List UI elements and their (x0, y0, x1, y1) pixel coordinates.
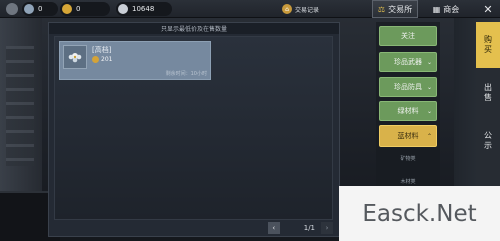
category-label: 关注 (401, 32, 415, 40)
page-indicator: 1/1 (303, 224, 315, 232)
top-bar: 0 0 10648 ⌂ 交易记录 ⚖ 交易所 ▦ 商会 ✕ (0, 0, 500, 18)
listing-item[interactable]: [高档] 201 剩余时间：10小时 (59, 41, 211, 80)
close-icon: ✕ (483, 2, 493, 16)
back-icon[interactable] (6, 3, 18, 15)
tab-shop-label: 商会 (443, 4, 460, 14)
category-label: 绿材料 (397, 107, 419, 115)
currency-value: 10648 (132, 5, 155, 13)
listing-grid: [高档] 201 剩余时间：10小时 (54, 36, 333, 220)
exchange-icon: ⚖ (377, 4, 386, 14)
next-page-button[interactable]: › (321, 222, 333, 234)
diamond-icon (24, 4, 34, 14)
silver-coin-icon (118, 4, 128, 14)
category-label: 珍品武器 (394, 58, 422, 66)
tab-shop[interactable]: ▦ 商会 (428, 0, 464, 18)
currency-gold: 0 (60, 2, 110, 16)
tab-exchange[interactable]: ⚖ 交易所 (372, 0, 418, 18)
item-icon (63, 45, 87, 69)
chevron-down-icon: ⌄ (426, 107, 432, 115)
currency-value: 0 (38, 5, 43, 13)
category-label: 珍品防具 (394, 83, 422, 91)
flower-icon (68, 53, 82, 63)
subcategory-ore[interactable]: 矿物类 (379, 152, 437, 164)
tab-exchange-label: 交易所 (388, 4, 413, 14)
trade-record-label: 交易记录 (295, 6, 320, 14)
currency-diamond: 0 (22, 2, 58, 16)
item-name: [高档] (92, 46, 112, 54)
item-time-remaining: 剩余时间：10小时 (165, 71, 207, 77)
category-favorites[interactable]: 关注 (379, 26, 437, 46)
item-price-value: 201 (101, 56, 113, 63)
currency-value: 0 (76, 5, 81, 13)
gold-coin-icon (62, 4, 72, 14)
prev-page-button[interactable]: ‹ (267, 222, 280, 234)
category-rare-armor[interactable]: 珍品防具 ⌄ (379, 77, 437, 97)
tab-buy[interactable]: 购买 (476, 22, 500, 68)
category-label: 蓝材料 (397, 132, 419, 140)
category-blue-materials[interactable]: 蓝材料 ⌃ (379, 125, 437, 147)
listing-panel: 只显示最低价及在售数量 [高档] 201 剩余时间：10小时 ‹ 1/1 › (48, 22, 340, 237)
close-button[interactable]: ✕ (480, 2, 496, 16)
tab-notice[interactable]: 公示 (476, 118, 500, 164)
record-icon: ⌂ (282, 4, 292, 14)
chevron-down-icon: ⌄ (426, 58, 432, 66)
gold-coin-icon (92, 56, 99, 63)
category-rare-weapons[interactable]: 珍品武器 ⌄ (379, 52, 437, 72)
shop-icon: ▦ (432, 4, 441, 14)
trade-record-button[interactable]: ⌂ 交易记录 (282, 2, 319, 16)
item-price: 201 (92, 56, 112, 63)
watermark: Easck.Net (339, 186, 500, 241)
chevron-down-icon: ⌄ (426, 83, 432, 91)
pagination: ‹ 1/1 › (267, 222, 333, 234)
panel-header: 只显示最低价及在售数量 (49, 23, 339, 34)
tab-sell[interactable]: 出售 (476, 70, 500, 116)
currency-silver: 10648 (116, 2, 172, 16)
category-green-materials[interactable]: 绿材料 ⌄ (379, 101, 437, 121)
chevron-up-icon: ⌃ (426, 132, 432, 140)
